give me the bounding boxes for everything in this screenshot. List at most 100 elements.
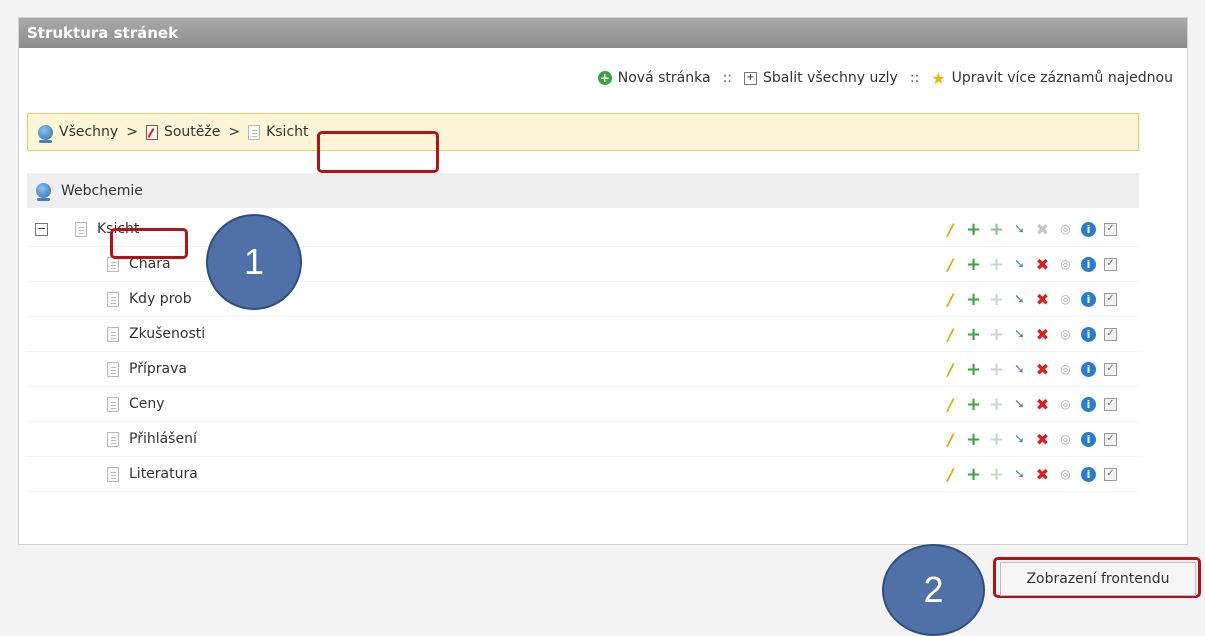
tree-item: Příprava [107,361,187,377]
info-icon[interactable]: i [1081,396,1096,412]
hide-eye-icon[interactable]: ◎ [1058,467,1073,482]
edit-icon[interactable]: / [943,396,958,412]
add-subpage-icon[interactable]: + [989,325,1004,343]
delete-icon[interactable]: ✖ [1035,221,1050,237]
move-icon[interactable]: ➘ [1012,327,1027,342]
delete-icon[interactable]: ✖ [1035,291,1050,307]
hide-eye-icon[interactable]: ◎ [1058,222,1073,237]
add-icon[interactable]: + [966,430,981,448]
breadcrumb-item-all[interactable]: Všechny [38,124,118,143]
info-icon[interactable]: i [1081,431,1096,447]
new-page-button[interactable]: + Nová stránka [597,70,711,86]
edit-icon[interactable]: / [943,291,958,307]
properties-icon[interactable]: ✓ [1104,362,1117,376]
properties-icon[interactable]: ✓ [1104,257,1117,271]
delete-icon[interactable]: ✖ [1035,466,1050,482]
tree-row-child[interactable]: Přihlášení / + + ➘ ✖ ◎ i ✓ [27,422,1139,457]
row-actions: / + + ➘ ✖ ◎ i ✓ [943,255,1117,273]
add-icon[interactable]: + [966,325,981,343]
tree-item: Kdy prob [107,291,192,307]
tree-root[interactable]: Webchemie [27,173,1139,208]
delete-icon[interactable]: ✖ [1035,326,1050,342]
properties-icon[interactable]: ✓ [1104,222,1117,236]
tree-row-child[interactable]: Literatura / + + ➘ ✖ ◎ i ✓ [27,457,1139,492]
info-icon[interactable]: i [1081,291,1096,307]
row-actions: / + + ➘ ✖ ◎ i ✓ [943,325,1117,343]
page-icon [107,466,119,482]
delete-icon[interactable]: ✖ [1035,256,1050,272]
add-subpage-icon[interactable]: + [989,395,1004,413]
properties-icon[interactable]: ✓ [1104,327,1117,341]
move-icon[interactable]: ➘ [1012,432,1027,447]
add-icon[interactable]: + [966,395,981,413]
breadcrumb-item-contests[interactable]: Soutěže [145,124,220,140]
move-icon[interactable]: ➘ [1012,397,1027,412]
move-icon[interactable]: ➘ [1012,292,1027,307]
hide-eye-icon[interactable]: ◎ [1058,257,1073,272]
tree-row-child[interactable]: Chara / + + ➘ ✖ ◎ i ✓ [27,247,1139,282]
hide-eye-icon[interactable]: ◎ [1058,397,1073,412]
info-icon[interactable]: i [1081,361,1096,377]
info-icon[interactable]: i [1081,221,1096,237]
edit-icon[interactable]: / [943,326,958,342]
tree-item-label[interactable]: Literatura [129,466,198,482]
properties-icon[interactable]: ✓ [1104,397,1117,411]
add-subpage-icon[interactable]: + [989,430,1004,448]
info-icon[interactable]: i [1081,256,1096,272]
properties-icon[interactable]: ✓ [1104,467,1117,481]
add-icon[interactable]: + [966,360,981,378]
collapse-box-icon: + [744,71,757,85]
hide-eye-icon[interactable]: ◎ [1058,327,1073,342]
tree-item-label[interactable]: Přihlášení [129,431,197,447]
callout-2: 2 [882,544,985,636]
callout-1: 1 [206,214,302,310]
add-subpage-icon[interactable]: + [989,220,1004,238]
tree-row-child[interactable]: Příprava / + + ➘ ✖ ◎ i ✓ [27,352,1139,387]
breadcrumb-item-ksicht[interactable]: Ksicht [248,124,309,140]
tree-row-child[interactable]: Zkušenosti / + + ➘ ✖ ◎ i ✓ [27,317,1139,352]
move-icon[interactable]: ➘ [1012,362,1027,377]
properties-icon[interactable]: ✓ [1104,292,1117,306]
edit-icon[interactable]: / [943,431,958,447]
edit-icon[interactable]: / [943,256,958,272]
info-icon[interactable]: i [1081,466,1096,482]
frontend-view-button[interactable]: Zobrazení frontendu [1000,562,1196,596]
add-icon[interactable]: + [966,465,981,483]
edit-icon[interactable]: / [943,466,958,482]
delete-icon[interactable]: ✖ [1035,431,1050,447]
tree-item-label[interactable]: Ceny [129,396,165,412]
highlight-tree-ksicht [110,228,188,259]
add-subpage-icon[interactable]: + [989,290,1004,308]
collapse-all-button[interactable]: + Sbalit všechny uzly [744,70,898,86]
collapse-toggle-icon[interactable]: − [35,222,48,236]
properties-icon[interactable]: ✓ [1104,432,1117,446]
delete-icon[interactable]: ✖ [1035,361,1050,377]
move-icon[interactable]: ➘ [1012,467,1027,482]
add-icon[interactable]: + [966,290,981,308]
add-subpage-icon[interactable]: + [989,360,1004,378]
add-subpage-icon[interactable]: + [989,255,1004,273]
move-icon[interactable]: ➘ [1012,257,1027,272]
delete-icon[interactable]: ✖ [1035,396,1050,412]
move-icon[interactable]: ➘ [1012,222,1027,237]
tree-row-parent[interactable]: − Ksicht / + + ➘ ✖ ◎ i ✓ [27,212,1139,247]
hide-eye-icon[interactable]: ◎ [1058,432,1073,447]
edit-icon[interactable]: / [943,361,958,377]
row-actions: / + + ➘ ✖ ◎ i ✓ [943,395,1117,413]
add-icon[interactable]: + [966,220,981,238]
edit-icon[interactable]: / [943,221,958,237]
collapse-all-label: Sbalit všechny uzly [763,70,898,86]
panel-title: Struktura stránek [19,18,1187,48]
hide-eye-icon[interactable]: ◎ [1058,292,1073,307]
hide-eye-icon[interactable]: ◎ [1058,362,1073,377]
tree-row-child[interactable]: Ceny / + + ➘ ✖ ◎ i ✓ [27,387,1139,422]
add-subpage-icon[interactable]: + [989,465,1004,483]
info-icon[interactable]: i [1081,326,1096,342]
tree-item-label[interactable]: Zkušenosti [129,326,205,342]
edit-multiple-button[interactable]: ★ Upravit více záznamů najednou [931,69,1173,88]
tree-row-child[interactable]: Kdy prob / + + ➘ ✖ ◎ i ✓ [27,282,1139,317]
tree-item-label[interactable]: Kdy prob [129,291,192,307]
tree-item-label[interactable]: Příprava [129,361,187,377]
add-icon[interactable]: + [966,255,981,273]
page-icon [107,291,119,307]
